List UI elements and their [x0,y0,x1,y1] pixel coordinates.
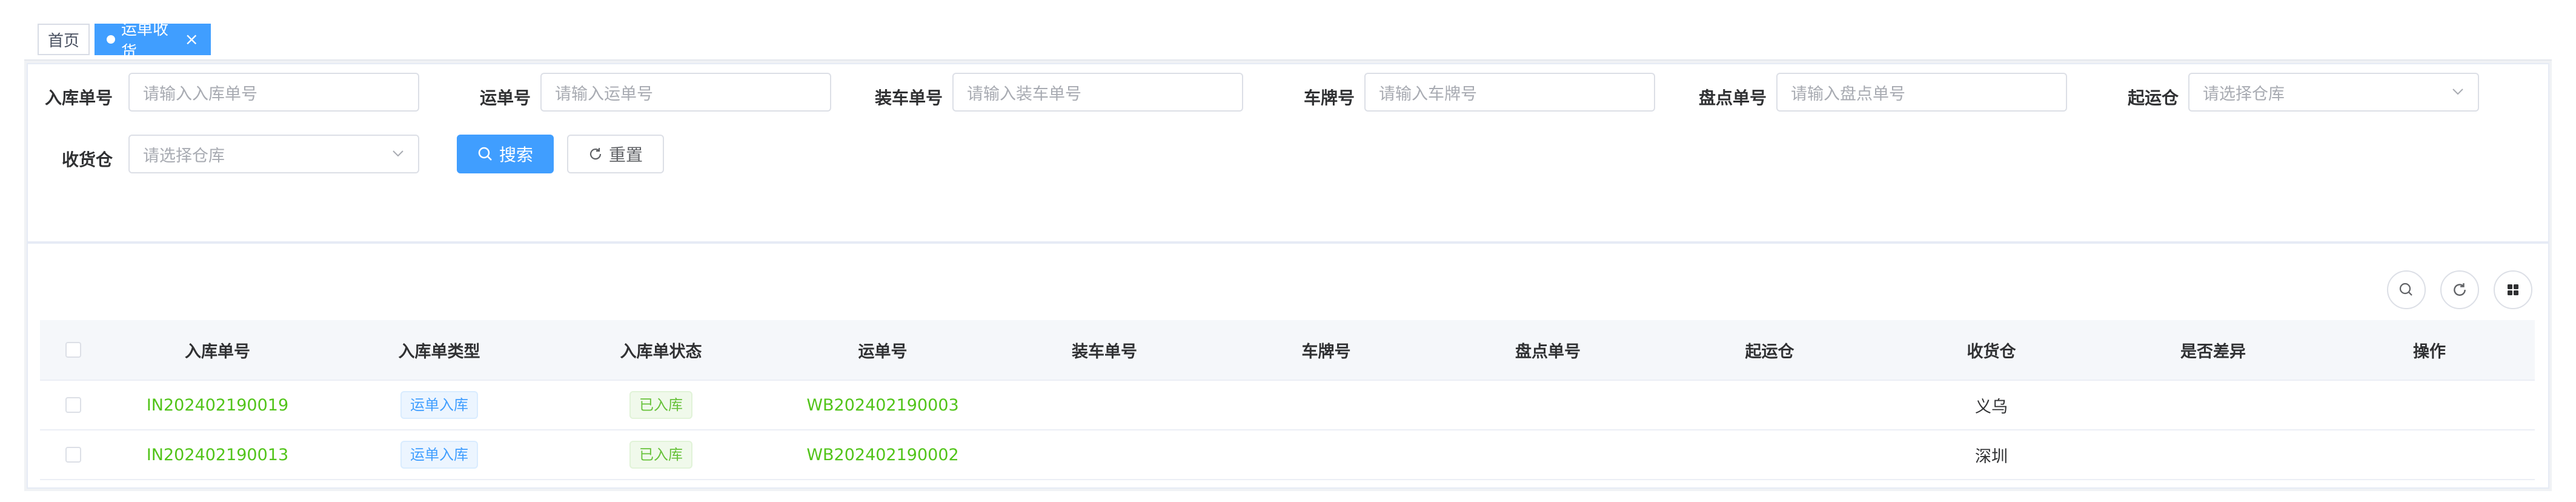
col-header: 盘点单号 [1515,342,1581,361]
status-cell: 已入库 [550,430,772,479]
dest-wh-cell: 深圳 [1975,447,2008,466]
table-row: IN202402190019 运单入库 已入库 WB202402190003 义… [40,381,2535,430]
dest-wh-placeholder: 请选择仓库 [143,146,225,166]
action-cell [2324,430,2535,479]
chevron-down-icon [393,150,403,157]
col-header: 车牌号 [1301,342,1351,361]
stocktake-no-label: 盘点单号 [1698,88,1767,108]
results-table: 入库单号 入库单类型 入库单状态 运单号 装车单号 车牌号 盘点单号 起运仓 收… [40,320,2535,480]
col-header: 操作 [2413,342,2446,361]
status-badge: 已入库 [629,441,692,469]
stocktake-no-cell [1437,381,1659,429]
inbound-no-placeholder: 请输入入库单号 [143,84,257,104]
row-checkbox[interactable] [65,447,81,463]
plate-no-input[interactable]: 请输入车牌号 [1364,73,1655,112]
grid-icon [2508,284,2518,295]
select-all-checkbox[interactable] [65,342,81,358]
search-button-label: 搜索 [499,145,533,165]
loading-no-cell [994,430,1215,479]
refresh-button[interactable] [2440,270,2479,309]
status-badge: 已入库 [629,391,692,419]
origin-wh-cell [1659,381,1881,429]
plate-no-label: 车牌号 [1303,88,1355,108]
toggle-search-button[interactable] [2387,270,2426,309]
dest-wh-label: 收货仓 [61,150,113,170]
table-row: IN202402190013 运单入库 已入库 WB202402190002 深… [40,430,2535,480]
row-select-cell [40,381,107,429]
origin-wh-cell [1659,430,1881,479]
loading-no-input[interactable]: 请输入装车单号 [952,73,1243,112]
search-form: 入库单号 请输入入库单号 运单号 请输入运单号 装车单号 请输入装车单号 车牌号… [27,63,2549,243]
results-card: 入库单号 入库单类型 入库单状态 运单号 装车单号 车牌号 盘点单号 起运仓 收… [27,243,2549,489]
reset-button-label: 重置 [608,145,643,165]
plate-no-cell [1215,381,1437,429]
tab-active-label: 运单收货 [121,21,169,61]
columns-button[interactable] [2494,270,2532,309]
action-cell [2324,381,2535,429]
app-frame: 首页 运单收货 × 入库单号 请输入入库单号 运单号 请输入运单号 装车单号 请… [24,18,2552,491]
diff-cell [2102,381,2324,429]
close-icon[interactable]: × [185,31,199,48]
col-header: 收货仓 [1967,342,2016,361]
row-checkbox[interactable] [65,397,81,413]
stocktake-no-placeholder: 请输入盘点单号 [1791,84,1905,104]
refresh-icon [2454,283,2466,296]
row-select-cell [40,430,107,479]
origin-wh-select[interactable]: 请选择仓库 [2188,73,2479,112]
diff-cell [2102,430,2324,479]
loading-no-label: 装车单号 [874,88,943,108]
dest-wh-select[interactable]: 请选择仓库 [128,135,419,173]
tabs-bar: 首页 运单收货 × [24,18,2552,61]
col-header: 入库单号 [185,342,250,361]
tab-home-label: 首页 [47,32,79,50]
table-header: 入库单号 入库单类型 入库单状态 运单号 装车单号 车牌号 盘点单号 起运仓 收… [40,320,2535,381]
type-cell: 运单入库 [328,381,550,429]
search-button[interactable]: 搜索 [457,135,554,173]
loading-no-cell [994,381,1215,429]
waybill-no-label: 运单号 [479,88,531,108]
tab-waybill-receiving[interactable]: 运单收货 × [95,21,211,61]
inbound-no-input[interactable]: 请输入入库单号 [128,73,419,112]
reset-button[interactable]: 重置 [567,135,664,173]
inbound-no-link[interactable]: IN202402190013 [107,430,328,479]
col-header: 起运仓 [1745,342,1794,361]
dest-wh-cell: 义乌 [1975,397,2008,417]
plate-no-placeholder: 请输入车牌号 [1379,84,1477,104]
dot-icon [107,35,115,44]
col-header: 运单号 [858,342,908,361]
col-header: 装车单号 [1072,342,1137,361]
stocktake-no-input[interactable]: 请输入盘点单号 [1776,73,2067,112]
origin-wh-label: 起运仓 [2127,88,2179,108]
select-all-cell [40,320,107,380]
tab-home[interactable]: 首页 [38,24,90,55]
search-icon [2399,283,2412,296]
col-header: 是否差异 [2180,342,2246,361]
inbound-no-link[interactable]: IN202402190019 [107,381,328,429]
col-header: 入库单状态 [620,342,702,361]
waybill-no-link[interactable]: WB202402190003 [772,381,994,429]
waybill-no-link[interactable]: WB202402190002 [772,430,994,479]
type-tag: 运单入库 [400,391,478,419]
status-cell: 已入库 [550,381,772,429]
loading-no-placeholder: 请输入装车单号 [967,84,1081,104]
waybill-no-input[interactable]: 请输入运单号 [540,73,831,112]
chevron-down-icon [2452,89,2463,95]
stocktake-no-cell [1437,430,1659,479]
plate-no-cell [1215,430,1437,479]
waybill-no-placeholder: 请输入运单号 [555,84,653,104]
search-icon [478,147,492,161]
type-cell: 运单入库 [328,430,550,479]
refresh-icon [589,148,602,160]
type-tag: 运单入库 [400,441,478,469]
inbound-no-label: 入库单号 [44,88,113,108]
col-header: 入库单类型 [398,342,480,361]
origin-wh-placeholder: 请选择仓库 [2203,84,2285,104]
